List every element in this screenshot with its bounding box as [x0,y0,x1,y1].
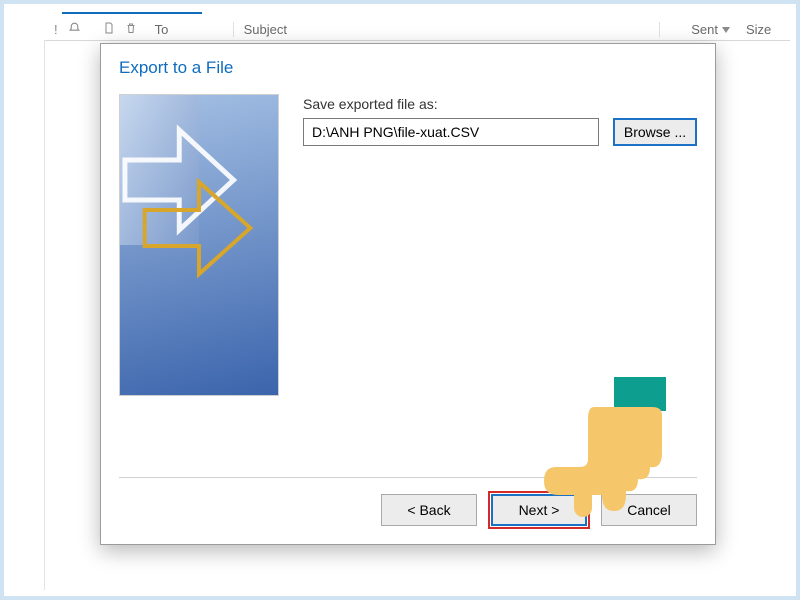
browse-button[interactable]: Browse ... [613,118,697,146]
next-button[interactable]: Next > [491,494,587,526]
column-to[interactable]: To [155,22,234,37]
bg-divider [44,40,45,590]
wizard-illustration [119,94,279,396]
export-path-input[interactable] [303,118,599,146]
column-header-row: ! To Subject Sent Size [44,18,790,41]
back-button[interactable]: < Back [381,494,477,526]
filter-tab-underline [62,0,202,14]
sort-desc-icon [722,27,730,33]
dialog-title: Export to a File [101,44,715,84]
delete-icon[interactable] [125,21,137,38]
column-size[interactable]: Size [736,22,790,37]
importance-icon[interactable]: ! [54,22,58,37]
save-as-label: Save exported file as: [303,96,697,112]
attachment-icon[interactable] [103,21,115,38]
reminder-icon[interactable] [68,21,81,37]
column-subject[interactable]: Subject [244,22,660,37]
export-dialog: Export to a File [100,43,716,545]
dialog-button-row: < Back Next > Cancel [381,494,697,526]
cancel-button[interactable]: Cancel [601,494,697,526]
column-sent[interactable]: Sent [660,22,736,37]
dialog-separator [119,477,697,478]
dialog-right-pane: Save exported file as: Browse ... [279,94,697,396]
dialog-body: Save exported file as: Browse ... [101,84,715,396]
